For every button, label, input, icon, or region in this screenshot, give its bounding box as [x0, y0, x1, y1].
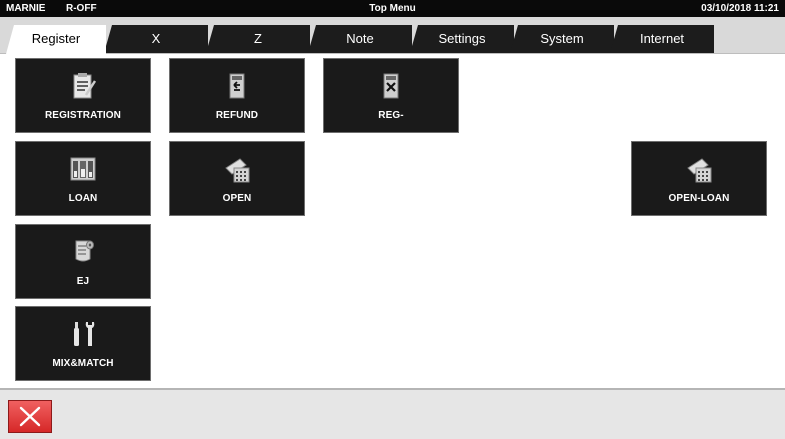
close-x-icon — [19, 406, 41, 427]
tile-label: MIX&MATCH — [52, 358, 114, 369]
status-bar: Top Menu MARNIE R-OFF 03/10/2018 11:21 — [0, 0, 785, 17]
date-time: 03/10/2018 11:21 — [701, 3, 779, 14]
tab-z[interactable]: Z — [206, 25, 310, 53]
registration-button[interactable]: REGISTRATION — [15, 58, 151, 133]
tab-x[interactable]: X — [104, 25, 208, 53]
loan-drawer-icon — [70, 157, 96, 181]
operator-name: MARNIE — [6, 3, 46, 14]
tile-label: REFUND — [215, 110, 259, 121]
tab-register[interactable]: Register — [6, 25, 106, 54]
tile-label: EJ — [76, 276, 90, 287]
refund-icon — [229, 73, 245, 99]
reg-minus-icon — [383, 73, 399, 99]
tab-internet[interactable]: Internet — [610, 25, 714, 53]
open-button[interactable]: OPEN — [169, 141, 305, 216]
open-loan-drawer-icon — [687, 158, 712, 183]
tab-bar: Register X Z Note Settings System Intern… — [0, 17, 785, 54]
top-menu-screen: Top Menu MARNIE R-OFF 03/10/2018 11:21 R… — [0, 0, 785, 439]
tile-label: REGISTRATION — [44, 110, 121, 121]
tile-label: REG- — [378, 110, 404, 121]
open-loan-button[interactable]: OPEN-LOAN — [631, 141, 767, 216]
tab-note[interactable]: Note — [308, 25, 412, 53]
open-drawer-icon — [225, 158, 250, 183]
tools-icon — [74, 322, 95, 346]
ej-button[interactable]: EJ — [15, 224, 151, 299]
refund-button[interactable]: REFUND — [169, 58, 305, 133]
journal-roll-icon — [75, 240, 94, 262]
mix-and-match-button[interactable]: MIX&MATCH — [15, 306, 151, 381]
tile-label: OPEN — [222, 193, 252, 204]
tab-system[interactable]: System — [510, 25, 614, 53]
close-button[interactable] — [8, 400, 52, 433]
screen-title: Top Menu — [369, 3, 416, 14]
register-mode: R-OFF — [66, 3, 97, 14]
tab-settings[interactable]: Settings — [410, 25, 514, 53]
tile-label: LOAN — [68, 193, 98, 204]
reg-minus-button[interactable]: REG- — [323, 58, 459, 133]
loan-button[interactable]: LOAN — [15, 141, 151, 216]
tile-label: OPEN-LOAN — [668, 193, 730, 204]
bottom-bar — [0, 388, 785, 439]
registration-clipboard-icon — [73, 73, 97, 99]
